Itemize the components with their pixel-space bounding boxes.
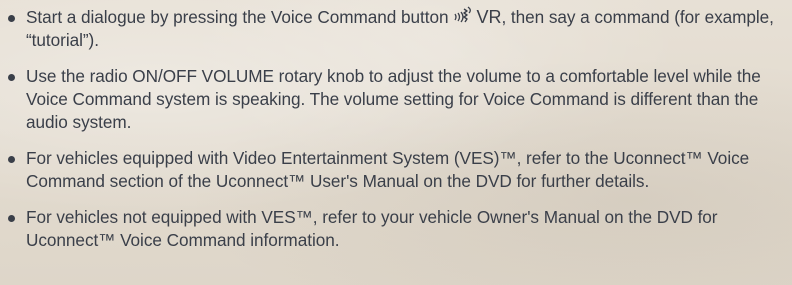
vr-button-reference: VR: [453, 6, 502, 29]
tip-volume-text: Use the radio ON/OFF VOLUME rotary knob …: [26, 66, 761, 132]
bullet: [8, 215, 15, 222]
tip-item-ves-equipped: For vehicles equipped with Video Enterta…: [8, 147, 790, 193]
vr-label: VR: [476, 7, 502, 27]
bullet: [8, 15, 15, 22]
tip-item-volume: Use the radio ON/OFF VOLUME rotary knob …: [8, 65, 790, 134]
tip-dialogue-text: Start a dialogue by pressing the Voice C…: [26, 7, 449, 27]
bullet: [8, 74, 15, 81]
bullet: [8, 156, 15, 163]
tips-list: Start a dialogue by pressing the Voice C…: [8, 6, 790, 265]
tip-ves-not-equipped-text: For vehicles not equipped with VES™, ref…: [26, 207, 718, 250]
voice-command-icon: [453, 6, 471, 23]
tip-item-ves-not-equipped: For vehicles not equipped with VES™, ref…: [8, 206, 790, 252]
tip-item-dialogue: Start a dialogue by pressing the Voice C…: [8, 6, 790, 52]
tip-ves-equipped-text: For vehicles equipped with Video Enterta…: [26, 148, 750, 191]
